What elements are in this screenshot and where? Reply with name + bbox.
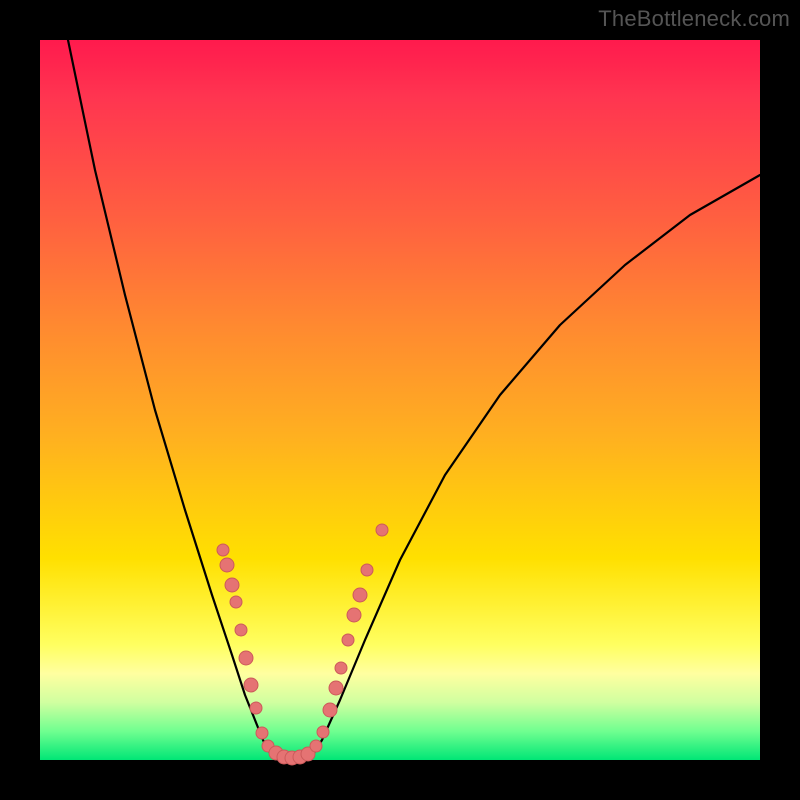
data-point <box>310 740 322 752</box>
data-point <box>361 564 373 576</box>
data-point <box>225 578 239 592</box>
data-point <box>250 702 262 714</box>
bottleneck-curve <box>68 40 760 759</box>
plot-svg <box>40 40 760 760</box>
data-point <box>230 596 242 608</box>
data-point <box>239 651 253 665</box>
data-point <box>353 588 367 602</box>
data-point <box>256 727 268 739</box>
data-point <box>376 524 388 536</box>
gradient-plot-area <box>40 40 760 760</box>
data-point <box>244 678 258 692</box>
data-point <box>323 703 337 717</box>
data-point <box>220 558 234 572</box>
watermark-text: TheBottleneck.com <box>598 6 790 32</box>
data-point <box>317 726 329 738</box>
data-point <box>235 624 247 636</box>
data-point <box>335 662 347 674</box>
data-point <box>342 634 354 646</box>
data-point <box>217 544 229 556</box>
data-point <box>329 681 343 695</box>
data-point <box>347 608 361 622</box>
